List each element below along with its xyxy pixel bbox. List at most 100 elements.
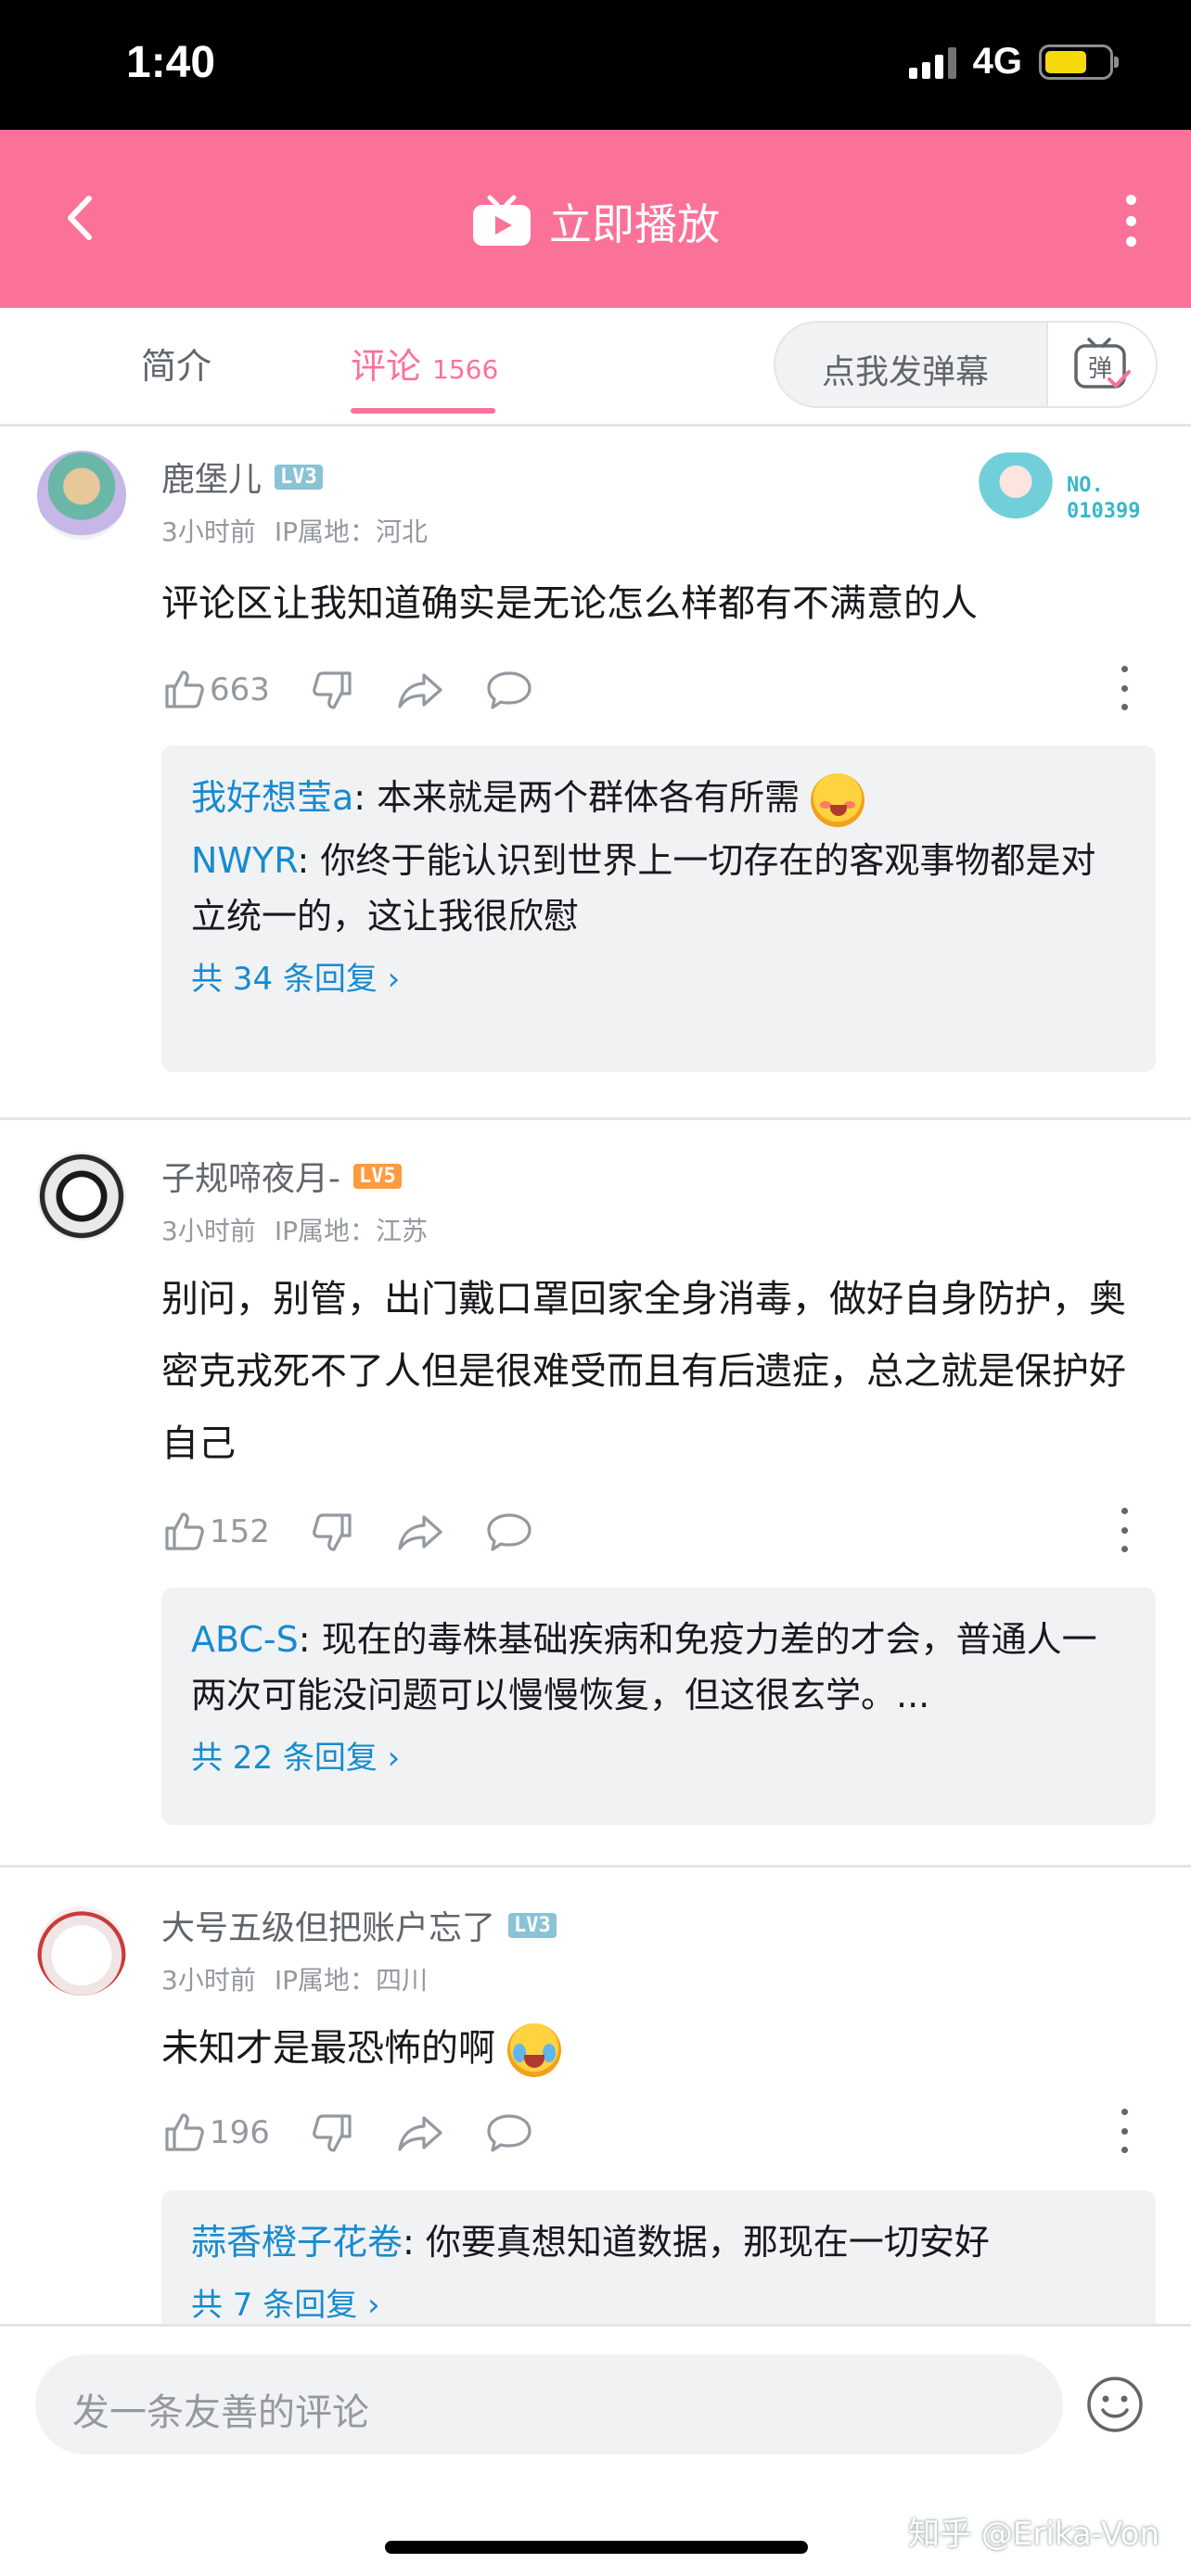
reply-button[interactable] — [485, 668, 533, 712]
thumbs-down-icon — [313, 1513, 352, 1551]
fan-badge-avatar — [978, 453, 1054, 536]
watermark: 知乎 @Erika-Von — [908, 2516, 1159, 2553]
thumbs-down-icon — [313, 671, 352, 709]
level-badge: LV3 — [275, 464, 323, 490]
reply-text: : 你要真想知道数据，那现在一切安好 — [403, 2222, 990, 2263]
tab-comment[interactable]: 评论 1566 — [351, 338, 498, 389]
reply-preview[interactable]: 我好想莹a: 本来就是两个群体各有所需 NWYR: 你终于能认识到世界上一切存在… — [161, 746, 1156, 1072]
comment-meta: 3小时前 IP属地：江苏 — [161, 1211, 446, 1248]
comment-ip: IP属地：河北 — [274, 516, 428, 547]
like-count: 196 — [210, 2114, 270, 2151]
battery-icon — [1039, 44, 1119, 80]
share-icon — [398, 1515, 442, 1550]
emoji-button[interactable] — [1085, 2375, 1145, 2434]
share-button[interactable] — [396, 668, 444, 712]
like-count: 152 — [210, 1513, 270, 1550]
like-button[interactable]: 663 — [161, 668, 270, 712]
laugh-emoji-icon — [811, 772, 865, 827]
tab-comment-count: 1566 — [432, 354, 499, 385]
more-button[interactable] — [1117, 195, 1145, 247]
reply-preview[interactable]: ABC-S: 现在的毒株基础疾病和免疫力差的才会，普通人一两次可能没问题可以慢慢… — [161, 1588, 1156, 1825]
view-all-replies-link[interactable]: 共 7 条回复 › — [191, 2279, 1126, 2325]
reply-button[interactable] — [485, 1510, 533, 1554]
like-button[interactable]: 196 — [161, 2111, 270, 2155]
more-vertical-icon — [1125, 195, 1136, 205]
comment-user[interactable]: 大号五级但把账户忘了 LV3 — [161, 1901, 557, 1949]
danmu-icon: 弹 — [1074, 338, 1131, 389]
avatar[interactable] — [37, 1152, 126, 1241]
more-vertical-icon — [1121, 1508, 1128, 1514]
tab-comment-label: 评论 — [351, 346, 422, 387]
comment-time: 3小时前 — [161, 516, 256, 547]
comment-user[interactable]: 子规啼夜月- LV5 — [161, 1152, 402, 1200]
user-name: 子规啼夜月- — [161, 1160, 340, 1198]
comment-time: 3小时前 — [161, 1965, 256, 1996]
avatar[interactable] — [37, 1906, 126, 1996]
fan-badge-no-value: 010399 — [1067, 500, 1141, 523]
comment-actions: 663 — [161, 662, 1154, 718]
view-all-replies-link[interactable]: 共 34 条回复 › — [191, 953, 1126, 999]
comment-text: 未知才是最恐怖的啊 — [161, 2012, 1126, 2085]
comment-item: 鹿堡儿 LV3 3小时前 IP属地：河北 NO. 010399 评论区让我知道确实… — [0, 428, 1191, 1120]
view-all-replies-link[interactable]: 共 22 条回复 › — [191, 1732, 1126, 1778]
reply-user[interactable]: ABC-S — [191, 1619, 299, 1660]
reply-item[interactable]: 我好想莹a: 本来就是两个群体各有所需 — [191, 770, 1126, 827]
comment-actions: 152 — [161, 1504, 1154, 1560]
comment-more-button[interactable] — [1115, 2109, 1133, 2153]
reply-user[interactable]: 蒜香橙子花卷 — [191, 2222, 403, 2263]
cry-laugh-emoji-icon — [506, 2023, 561, 2077]
comment-bubble-icon — [487, 1513, 531, 1551]
fan-badge-no-label: NO. — [1067, 474, 1104, 497]
avatar[interactable] — [37, 451, 126, 540]
danmu-toggle-button[interactable]: 弹 — [1046, 323, 1156, 406]
user-name: 鹿堡儿 — [161, 461, 263, 499]
more-vertical-icon — [1121, 2109, 1128, 2115]
reply-item[interactable]: ABC-S: 现在的毒株基础疾病和免疫力差的才会，普通人一两次可能没问题可以慢慢… — [191, 1612, 1126, 1723]
share-button[interactable] — [396, 1510, 444, 1554]
status-bar: 1:40 4G — [0, 0, 1191, 130]
share-button[interactable] — [396, 2111, 444, 2155]
thumbs-down-icon — [313, 2114, 352, 2152]
play-now-button[interactable]: 立即播放 — [0, 191, 1191, 252]
level-badge: LV3 — [508, 1912, 557, 1938]
dislike-button[interactable] — [311, 1510, 355, 1554]
comment-more-button[interactable] — [1115, 666, 1133, 710]
comment-time: 3小时前 — [161, 1216, 256, 1246]
reply-user[interactable]: 我好想莹a — [191, 777, 353, 818]
level-badge: LV5 — [353, 1163, 402, 1189]
comment-text-body: 未知才是最恐怖的啊 — [161, 2027, 495, 2070]
reply-text: : 现在的毒株基础疾病和免疫力差的才会，普通人一两次可能没问题可以慢慢恢复，但这… — [191, 1619, 1097, 1715]
reply-user[interactable]: NWYR — [191, 840, 297, 881]
tab-indicator — [351, 408, 495, 414]
user-name: 大号五级但把账户忘了 — [161, 1909, 496, 1947]
network-label: 4G — [972, 41, 1022, 82]
comment-item: 大号五级但把账户忘了 LV3 3小时前 IP属地：四川 未知才是最恐怖的啊 196… — [0, 1868, 1191, 2376]
thumbs-up-icon — [165, 670, 204, 708]
reply-item[interactable]: NWYR: 你终于能认识到世界上一切存在的客观事物都是对立统一的，这让我很欣慰 — [191, 833, 1126, 944]
comment-input[interactable]: 发一条友善的评论 — [35, 2354, 1063, 2455]
dislike-button[interactable] — [311, 2111, 355, 2155]
tab-bar: 简介 评论 1566 点我发弹幕 弹 — [0, 308, 1191, 427]
comment-user[interactable]: 鹿堡儿 LV3 — [161, 453, 323, 501]
comment-bubble-icon — [487, 671, 531, 709]
status-time: 1:40 — [126, 38, 216, 87]
share-icon — [398, 673, 442, 708]
more-vertical-icon — [1121, 666, 1128, 672]
comment-actions: 196 — [161, 2105, 1154, 2161]
dislike-button[interactable] — [311, 668, 355, 712]
signal-icon — [908, 45, 956, 79]
like-button[interactable]: 152 — [161, 1510, 270, 1554]
danmu-input[interactable]: 点我发弹幕 弹 — [774, 321, 1158, 408]
reply-item[interactable]: 蒜香橙子花卷: 你要真想知道数据，那现在一切安好 — [191, 2214, 1126, 2270]
reply-text: : 本来就是两个群体各有所需 — [353, 777, 800, 818]
comment-more-button[interactable] — [1115, 1508, 1133, 1552]
tv-play-icon — [473, 195, 531, 246]
thumbs-up-icon — [165, 2113, 204, 2151]
tab-intro[interactable]: 简介 — [141, 338, 211, 389]
comment-input-bar: 发一条友善的评论 知乎 @Erika-Von — [0, 2324, 1191, 2576]
share-icon — [398, 2116, 442, 2151]
comment-meta: 3小时前 IP属地：四川 — [161, 1960, 446, 1997]
comment-text: 评论区让我知道确实是无论怎么样都有不满意的人 — [161, 582, 978, 625]
home-indicator — [385, 2541, 808, 2554]
reply-button[interactable] — [485, 2111, 533, 2155]
